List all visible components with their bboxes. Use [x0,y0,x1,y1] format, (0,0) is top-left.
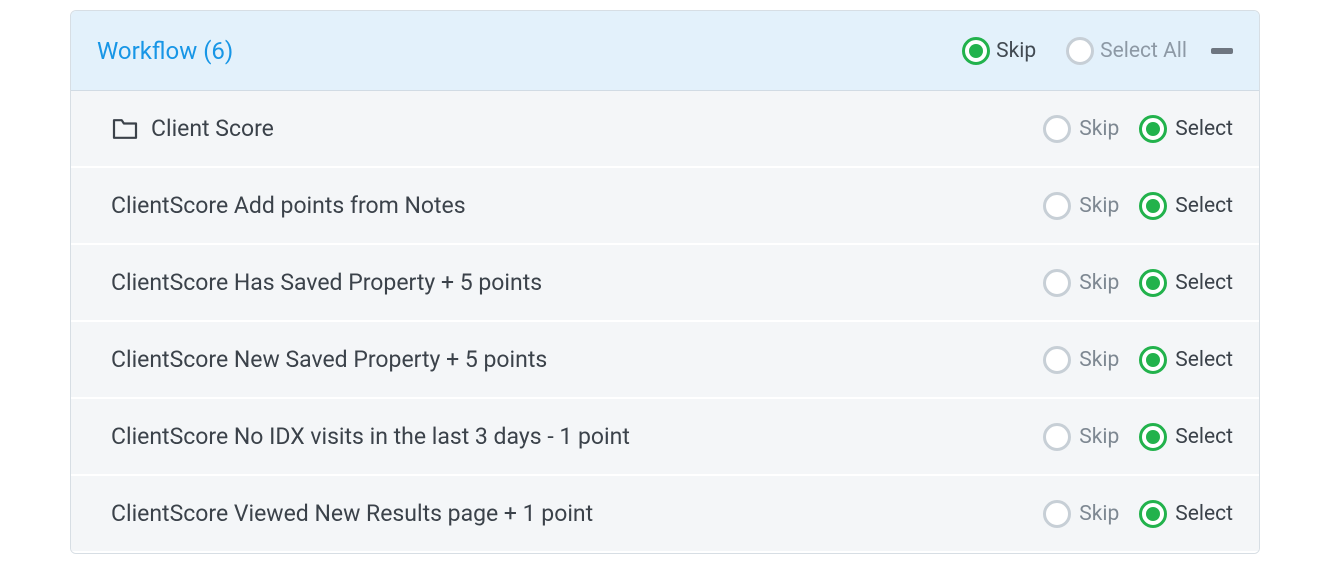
radio-unchecked-icon [1043,115,1071,143]
item-select-label: Select [1175,348,1233,372]
item-skip-option[interactable]: Skip [1043,500,1119,528]
header-select-all-label: Select All [1100,39,1187,63]
radio-checked-icon [962,37,990,65]
item-select-option[interactable]: Select [1139,500,1233,528]
radio-checked-icon [1139,115,1167,143]
workflow-item-left: ClientScore Has Saved Property + 5 point… [111,269,1023,296]
workflow-item: ClientScore Add points from Notes Skip Sel… [71,168,1259,245]
radio-unchecked-icon [1043,423,1071,451]
header-skip-label: Skip [996,39,1036,63]
radio-unchecked-icon [1043,500,1071,528]
item-select-label: Select [1175,502,1233,526]
item-skip-label: Skip [1079,117,1119,141]
workflow-item-left: ClientScore Add points from Notes [111,192,1023,219]
workflow-panel: Workflow (6) Skip Select All Client Scor… [70,10,1260,554]
workflow-header: Workflow (6) Skip Select All [71,11,1259,91]
item-select-option[interactable]: Select [1139,346,1233,374]
item-select-label: Select [1175,271,1233,295]
workflow-items: Client ScoreSkipSelectClientScore Add po… [71,91,1259,553]
item-select-option[interactable]: Select [1139,192,1233,220]
workflow-item-name: Client Score [151,115,274,142]
workflow-item: ClientScore New Saved Property + 5 point… [71,322,1259,399]
workflow-item-name: ClientScore New Saved Property + 5 point… [111,346,547,373]
workflow-item-name: ClientScore Add points from Notes [111,192,466,219]
radio-unchecked-icon [1043,346,1071,374]
radio-unchecked-icon [1043,269,1071,297]
item-skip-label: Skip [1079,502,1119,526]
workflow-item: ClientScore Has Saved Property + 5 point… [71,245,1259,322]
radio-checked-icon [1139,500,1167,528]
radio-checked-icon [1139,423,1167,451]
workflow-item-left: ClientScore New Saved Property + 5 point… [111,346,1023,373]
workflow-item-name: ClientScore Viewed New Results page + 1 … [111,500,593,527]
workflow-title: Workflow (6) [97,37,932,65]
workflow-item: Client Score Skip Select [71,91,1259,168]
header-select-all-option[interactable]: Select All [1066,37,1187,65]
item-skip-option[interactable]: Skip [1043,192,1119,220]
item-skip-label: Skip [1079,425,1119,449]
item-skip-option[interactable]: Skip [1043,423,1119,451]
workflow-item: ClientScore No IDX visits in the last 3 … [71,399,1259,476]
workflow-item-left: ClientScore Viewed New Results page + 1 … [111,500,1023,527]
item-skip-label: Skip [1079,271,1119,295]
radio-checked-icon [1139,346,1167,374]
workflow-item-left: Client Score [111,115,1023,142]
radio-checked-icon [1139,192,1167,220]
workflow-item-name: ClientScore No IDX visits in the last 3 … [111,423,630,450]
radio-unchecked-icon [1043,192,1071,220]
item-select-label: Select [1175,117,1233,141]
workflow-item-left: ClientScore No IDX visits in the last 3 … [111,423,1023,450]
item-select-label: Select [1175,194,1233,218]
folder-icon [111,118,139,140]
collapse-icon[interactable] [1211,48,1233,54]
item-select-option[interactable]: Select [1139,269,1233,297]
workflow-item-name: ClientScore Has Saved Property + 5 point… [111,269,542,296]
workflow-item: ClientScore Viewed New Results page + 1 … [71,476,1259,553]
item-skip-option[interactable]: Skip [1043,115,1119,143]
header-skip-option[interactable]: Skip [962,37,1036,65]
item-skip-option[interactable]: Skip [1043,269,1119,297]
item-skip-label: Skip [1079,194,1119,218]
item-select-option[interactable]: Select [1139,115,1233,143]
radio-checked-icon [1139,269,1167,297]
radio-unchecked-icon [1066,37,1094,65]
item-skip-label: Skip [1079,348,1119,372]
item-select-option[interactable]: Select [1139,423,1233,451]
item-select-label: Select [1175,425,1233,449]
item-skip-option[interactable]: Skip [1043,346,1119,374]
